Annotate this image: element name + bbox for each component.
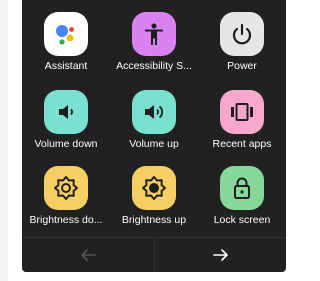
brightness-up-tile[interactable]: Brightness up: [110, 160, 198, 230]
previous-page-button[interactable]: [22, 239, 154, 271]
tile-label: Brightness up: [121, 214, 187, 226]
tile-label: Recent apps: [212, 138, 272, 150]
power-tile[interactable]: Power: [198, 0, 286, 78]
brightness-up-icon: [132, 166, 176, 210]
accessibility-settings-tile[interactable]: Accessibility S...: [110, 0, 198, 78]
tile-label: Brightness do...: [29, 214, 103, 226]
tile-label: Volume down: [34, 138, 98, 150]
arrow-left-icon: [81, 249, 96, 261]
volume-down-icon: [44, 90, 88, 134]
lock-screen-icon: [220, 166, 264, 210]
tile-label: Accessibility S...: [116, 60, 192, 72]
brightness-down-icon: [44, 166, 88, 210]
accessibility-menu: Assistant Accessibility S... Power Volum…: [22, 0, 286, 272]
tile-label: Power: [227, 60, 257, 72]
assistant-tile[interactable]: Assistant: [22, 0, 110, 78]
tile-label: Assistant: [44, 60, 88, 72]
lock-screen-tile[interactable]: Lock screen: [198, 160, 286, 230]
volume-down-tile[interactable]: Volume down: [22, 82, 110, 152]
tile-label: Volume up: [129, 138, 179, 150]
tile-label: Lock screen: [213, 214, 271, 226]
accessibility-icon: [132, 12, 176, 56]
recent-apps-tile[interactable]: Recent apps: [198, 82, 286, 152]
recent-apps-icon: [220, 90, 264, 134]
background-strip: [0, 0, 8, 281]
google-assistant-icon: [44, 12, 88, 56]
power-icon: [220, 12, 264, 56]
next-page-button[interactable]: [155, 239, 287, 271]
volume-up-tile[interactable]: Volume up: [110, 82, 198, 152]
volume-up-icon: [132, 90, 176, 134]
arrow-right-icon: [213, 249, 228, 261]
brightness-down-tile[interactable]: Brightness do...: [22, 160, 110, 230]
